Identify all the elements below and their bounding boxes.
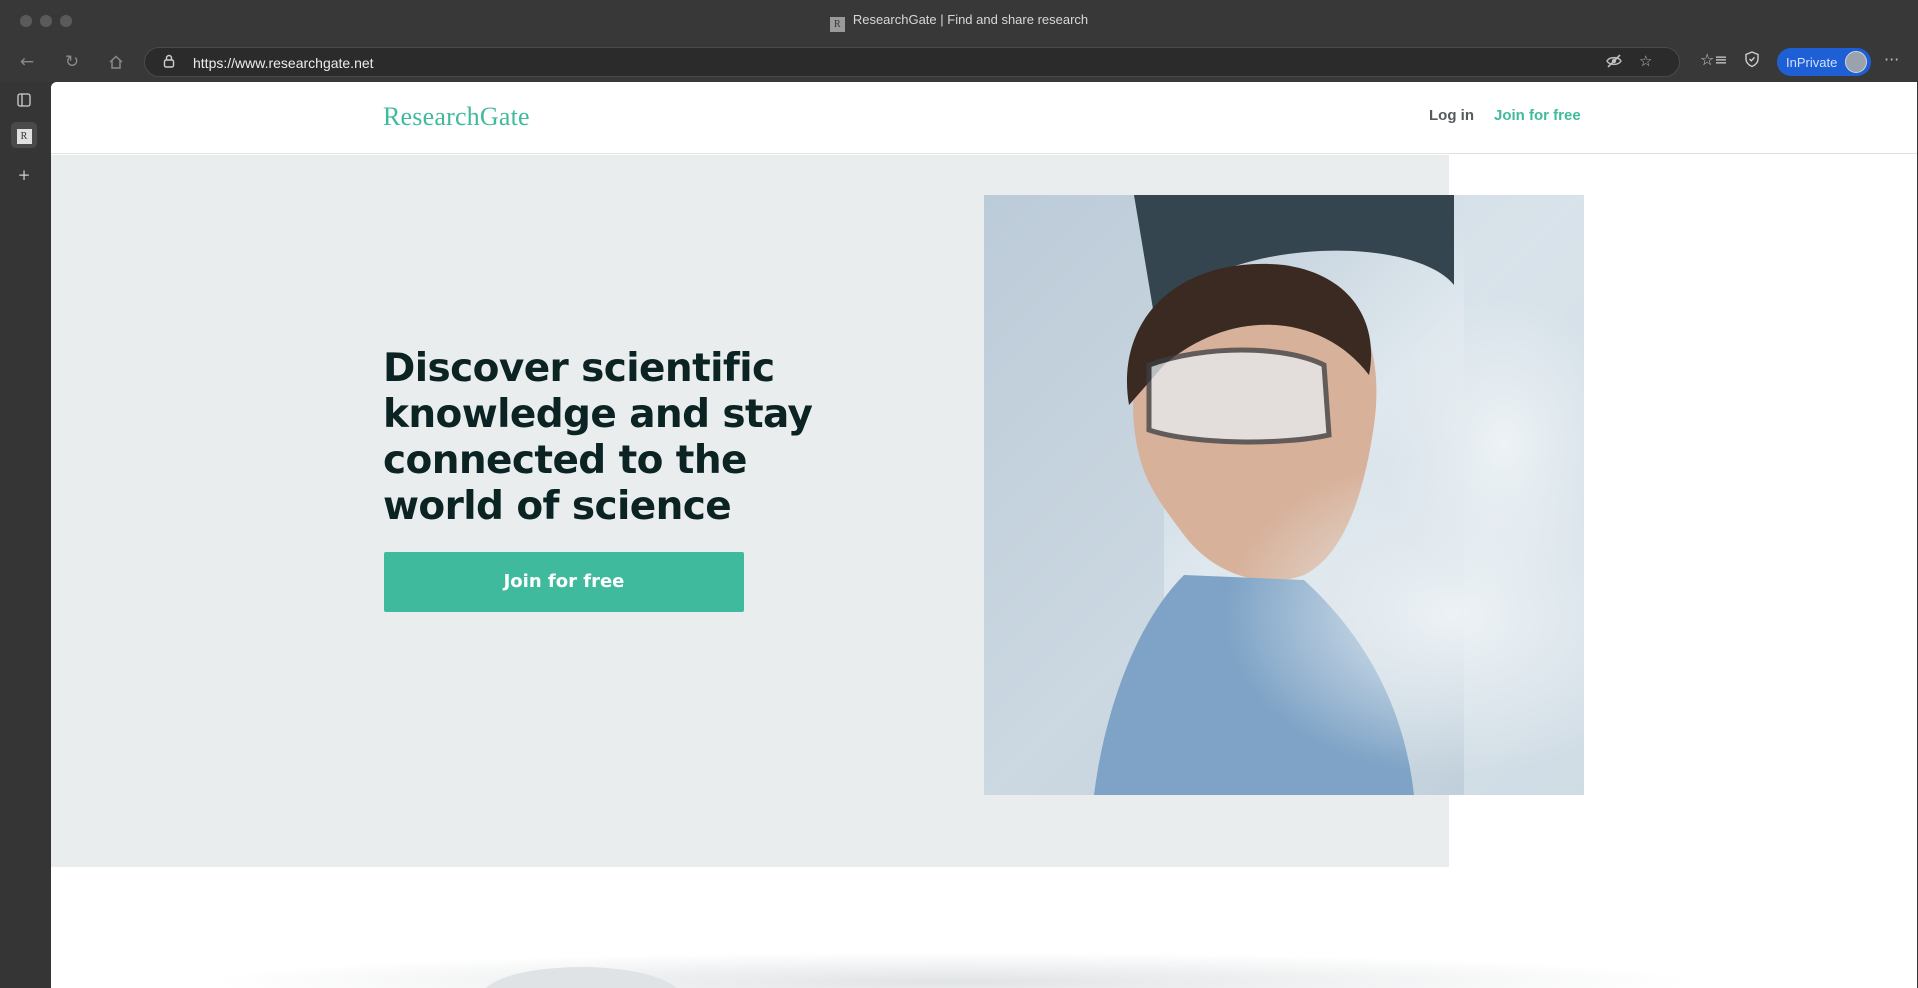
favorites-button[interactable]: ☆≡ <box>1700 50 1728 69</box>
join-button[interactable]: Join for free <box>384 552 744 612</box>
tracking-prevention-button[interactable] <box>1605 52 1623 74</box>
hero-title: Discover scientific knowledge and stay c… <box>383 346 813 529</box>
address-bar[interactable]: https://www.researchgate.net ☆ <box>144 47 1680 77</box>
lock-icon[interactable] <box>163 54 175 72</box>
more-icon: ··· <box>1884 50 1900 69</box>
favicon-icon: R <box>829 17 845 32</box>
new-tab-button[interactable]: + <box>11 162 37 188</box>
join-link[interactable]: Join for free <box>1494 107 1581 124</box>
inprivate-button[interactable]: InPrivate <box>1777 48 1871 76</box>
favorites-icon: ☆≡ <box>1700 50 1728 69</box>
url-text[interactable]: https://www.researchgate.net <box>193 55 374 71</box>
shield-icon <box>1745 51 1759 68</box>
browser-toolbar: ← ↻ https://www.researchgate.net ☆ ☆≡ In… <box>0 42 1918 82</box>
refresh-icon: ↻ <box>64 52 80 72</box>
favicon-icon: R <box>16 129 32 144</box>
more-options-button[interactable]: ··· <box>1884 50 1899 69</box>
site-header: ResearchGate Log in Join for free <box>51 82 1917 154</box>
window-title-text: ResearchGate | Find and share research <box>852 12 1089 27</box>
back-button[interactable]: ← <box>15 50 39 74</box>
refresh-button[interactable]: ↻ <box>60 50 84 74</box>
home-button[interactable] <box>104 50 128 74</box>
page-viewport: ResearchGate Log in Join for free Discov… <box>51 82 1917 988</box>
star-icon: ☆ <box>1639 52 1653 70</box>
add-favorite-button[interactable]: ☆ <box>1639 52 1652 70</box>
vertical-tab-strip: R + <box>0 82 50 988</box>
inprivate-label: InPrivate <box>1786 55 1838 70</box>
home-icon <box>109 55 123 69</box>
section-divider <box>201 952 1701 988</box>
browser-essentials-button[interactable] <box>1743 50 1761 72</box>
login-link[interactable]: Log in <box>1429 107 1474 124</box>
site-logo[interactable]: ResearchGate <box>383 102 530 132</box>
tab-researchgate[interactable]: R <box>11 122 37 148</box>
plus-icon: + <box>17 166 31 184</box>
window-title: R ResearchGate | Find and share research <box>0 12 1918 32</box>
tab-actions-icon <box>17 93 31 107</box>
tab-actions-button[interactable] <box>11 87 37 113</box>
arrow-left-icon: ← <box>19 52 35 72</box>
eye-slash-icon <box>1606 54 1622 68</box>
profile-avatar-icon <box>1845 51 1867 73</box>
browser-window: R ResearchGate | Find and share research … <box>0 0 1918 988</box>
title-bar: R ResearchGate | Find and share research <box>0 0 1918 42</box>
hero-image <box>984 195 1584 795</box>
